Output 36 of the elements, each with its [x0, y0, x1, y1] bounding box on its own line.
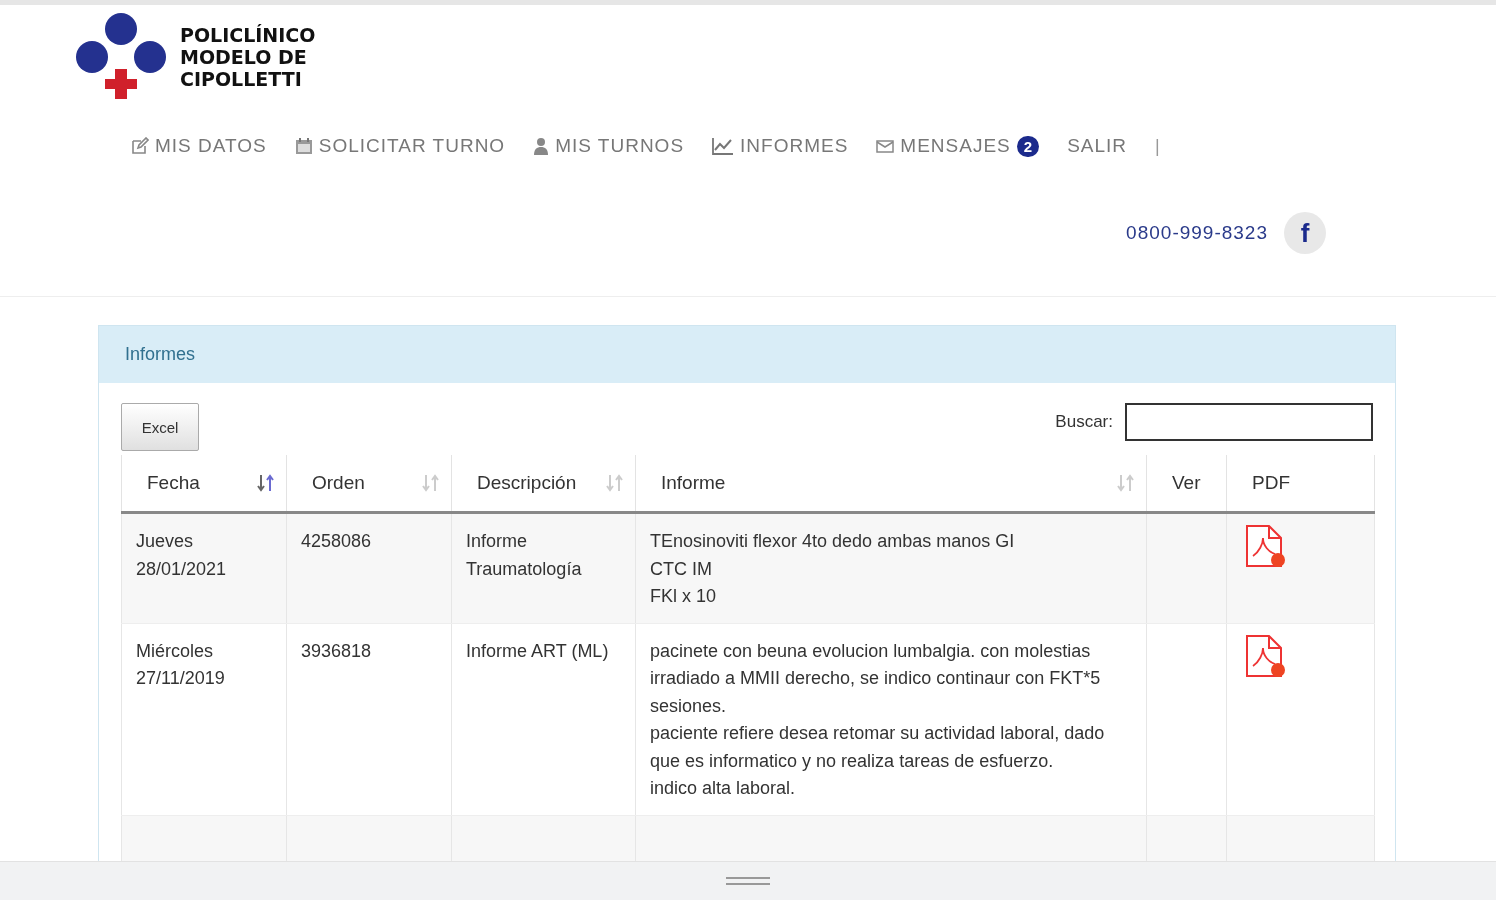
nav-separator: |	[1155, 135, 1160, 157]
edit-icon	[131, 137, 149, 155]
logo-icon	[76, 13, 166, 101]
order-cell-text: 3936818	[301, 639, 373, 663]
date-cell-text: Jueves 28/01/2021	[136, 530, 228, 581]
search-label: Buscar:	[1055, 412, 1113, 432]
pdf-icon[interactable]	[1245, 633, 1287, 680]
search-field[interactable]	[1125, 403, 1373, 441]
excel-button[interactable]: Excel	[121, 403, 199, 451]
report-text: pacinete con beuna evolucion lumbalgia. con molestias irradiado a MMII derecho, se indico continaur con FKT*5 sesiones.	[650, 639, 1102, 718]
nav-link[interactable]: INFORMES	[712, 135, 849, 157]
facebook-link[interactable]: f	[1284, 212, 1326, 254]
report-text: indico alta laboral.	[650, 777, 797, 800]
mail-icon	[876, 139, 895, 153]
description-cell-text: Informe Traumatología	[466, 530, 583, 581]
nav-link[interactable]: MENSAJES 2	[876, 135, 1040, 157]
pdf-icon[interactable]	[1245, 524, 1287, 570]
user-icon	[533, 137, 550, 155]
nav-link[interactable]: SOLICITAR TURNO	[294, 135, 506, 157]
report-text: CTC IM	[650, 557, 713, 581]
calendar-icon	[294, 137, 313, 155]
date-cell-text: Miércoles 27/11/2019	[136, 639, 226, 690]
logo-text: POLICLÍNICO MODELO DE CIPOLLETTI	[180, 24, 316, 90]
order-cell-text: 4258086	[301, 530, 373, 553]
report-text: FKl x 10	[650, 585, 718, 608]
report-text: TEnosinoviti flexor 4to dedo ambas manos GI	[650, 530, 1016, 553]
nav-link[interactable]: MIS DATOS	[131, 135, 267, 157]
description-cell-text: Informe ART (ML)	[466, 639, 610, 663]
drag-handle-icon[interactable]	[724, 874, 772, 888]
nav-link[interactable]: SALIR	[1067, 135, 1128, 157]
message-count-badge: 2	[1016, 135, 1040, 157]
chart-icon	[712, 137, 735, 155]
panel-title: Informes	[125, 344, 196, 364]
phone-number: 0800-999-8323	[1126, 222, 1268, 244]
report-text: paciente refiere desea retomar su actividad laboral, dado que es informatico y no realiza tareas de esfuerzo.	[650, 722, 1106, 773]
nav-link[interactable]: MIS TURNOS	[533, 135, 685, 157]
